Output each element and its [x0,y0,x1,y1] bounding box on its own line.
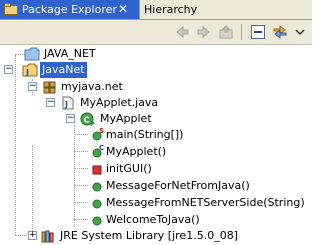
java-file-icon: J [62,96,74,110]
toolbar-separator [241,24,242,40]
package-icon [43,81,56,94]
svg-text:J: J [64,100,68,109]
class-icon: C [80,112,95,126]
tree-item-label: main(String[]) [106,128,184,141]
collapse-toggle-icon[interactable]: − [66,114,75,123]
package-explorer-icon [4,3,18,15]
tree-item-label: JavaNet [40,62,87,78]
tree-guide-line [32,145,33,235]
svg-text:J: J [25,68,29,77]
tree-item-label: MyApplet.java [80,96,159,109]
tab-package-explorer-label: Package Explorer [22,3,117,16]
collapse-toggle-icon[interactable]: − [28,82,37,91]
tree-item-label: MessageFromNETServerSide(String) [106,196,305,209]
library-icon [41,230,54,243]
package-tree: JAVA_NET − J JavaNet − myjava.net − J My… [0,45,312,245]
close-icon[interactable]: ✕ [118,2,128,16]
view-tab-bar: Package Explorer ✕ Hierarchy [0,0,312,20]
back-arrow-icon[interactable] [174,24,190,40]
view-menu-chevron-icon[interactable] [294,24,306,40]
tree-item-label: MyApplet [100,112,152,125]
tree-guide-line [15,55,16,235]
view-toolbar [0,20,312,45]
tree-guide-line [74,151,88,152]
public-method-icon [92,216,102,226]
java-project-icon: J [22,63,38,77]
link-with-editor-icon[interactable] [272,24,288,40]
svg-text:S: S [99,128,104,135]
tree-item-label: initGUI() [106,162,152,175]
public-method-icon [92,199,102,209]
tab-package-explorer[interactable]: Package Explorer ✕ [0,0,140,19]
tree-guide-line [74,185,88,186]
svg-text:C: C [99,145,104,152]
tree-item-label: myjava.net [61,80,123,93]
folder-icon [24,47,40,61]
tree-guide-line [74,125,75,227]
tree-guide-line [74,202,88,203]
tree-guide-line [74,134,88,135]
tree-item-label: JRE System Library [jre1.5.0_08] [60,229,238,242]
constructor-icon: C [92,145,104,158]
up-folder-icon[interactable] [218,24,234,40]
collapse-all-icon[interactable] [250,24,266,40]
collapse-toggle-icon[interactable]: − [4,65,13,74]
tree-guide-line [74,219,88,220]
tree-item-label: WelcomeToJava() [106,213,200,226]
svg-text:C: C [84,116,90,125]
tree-guide-line [74,168,88,169]
public-method-icon [92,182,102,192]
tree-guide-line [15,235,27,236]
tree-item-label: MyApplet() [106,145,167,158]
expand-toggle-icon[interactable]: + [28,231,37,240]
private-method-icon [92,165,102,175]
collapse-toggle-icon[interactable]: − [46,98,55,107]
forward-arrow-icon[interactable] [196,24,212,40]
tree-item-label: MessageForNetFromJava() [106,179,250,192]
tree-item-label: JAVA_NET [44,47,96,60]
tab-hierarchy[interactable]: Hierarchy [144,0,197,19]
static-public-method-icon: S [92,128,104,141]
